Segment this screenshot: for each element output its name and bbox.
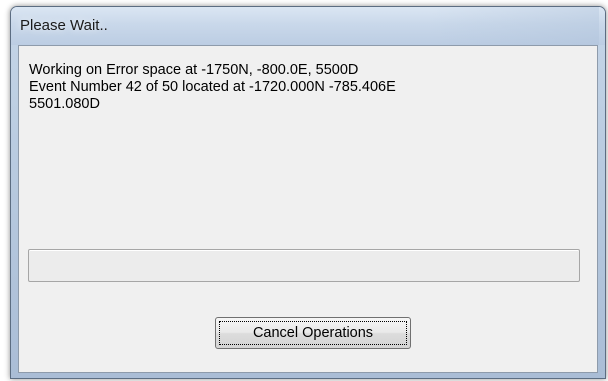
dialog-body: Working on Error space at -1750N, -800.0… bbox=[18, 45, 598, 373]
window-title: Please Wait.. bbox=[20, 17, 108, 34]
status-line-2: Event Number 42 of 50 located at -1720.0… bbox=[29, 79, 396, 95]
status-message: Working on Error space at -1750N, -800.0… bbox=[29, 62, 396, 113]
cancel-operations-button[interactable]: Cancel Operations bbox=[215, 317, 411, 349]
progress-bar bbox=[28, 249, 580, 282]
status-line-3: 5501.080D bbox=[29, 96, 100, 112]
status-line-1: Working on Error space at -1750N, -800.0… bbox=[29, 62, 359, 78]
title-bar[interactable]: Please Wait.. bbox=[11, 7, 605, 45]
cancel-button-label: Cancel Operations bbox=[252, 325, 374, 341]
please-wait-dialog: Please Wait.. Working on Error space at … bbox=[10, 6, 606, 379]
